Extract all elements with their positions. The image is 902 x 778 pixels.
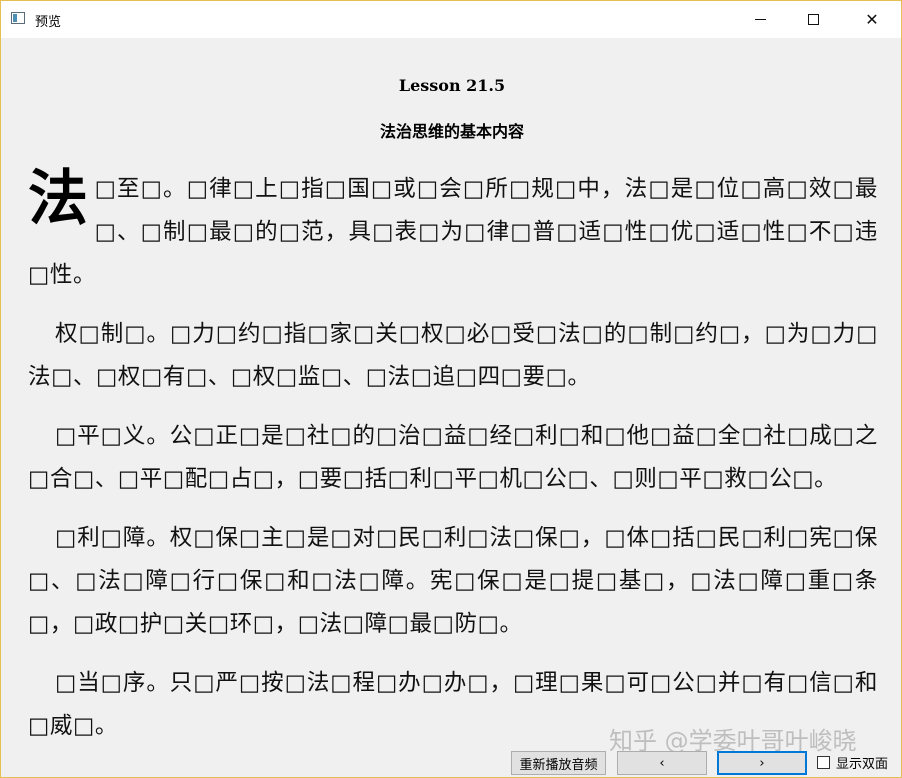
lesson-content: Lesson 21.5 法治思维的基本内容 法 □至□。□律□上□指□国□或□会□… (1, 38, 901, 777)
double-page-checkbox[interactable] (817, 756, 830, 769)
lesson-body: 法 □至□。□律□上□指□国□或□会□所□规□中，法□是□位□高□效□最□、□制□… (28, 168, 878, 764)
drop-cap: 法 (28, 164, 89, 234)
next-page-button[interactable]: › (717, 751, 807, 775)
title-bar[interactable]: 预览 ✕ (1, 1, 901, 38)
maximize-icon (807, 14, 819, 25)
minimize-icon (754, 19, 766, 20)
lesson-title: Lesson 21.5 (398, 76, 506, 95)
paragraph: □平□义。公□正□是□社□的□治□益□经□利□和□他□益□全□社□成□之□合□、… (28, 423, 878, 492)
window-title: 预览 (35, 15, 62, 30)
paragraph: □利□障。权□保□主□是□对□民□利□法□保□，□体□括□民□利□宪□保□、□法… (28, 525, 878, 637)
chevron-left-icon: ‹ (659, 755, 665, 771)
replay-audio-button[interactable]: 重新播放音频 (511, 751, 606, 775)
paragraph: 法 □至□。□律□上□指□国□或□会□所□规□中，法□是□位□高□效□最□、□制□… (28, 168, 878, 297)
lesson-subtitle: 法治思维的基本内容 (379, 122, 524, 141)
double-page-toggle[interactable]: 显示双面 (817, 753, 888, 772)
bottom-toolbar: 重新播放音频 ‹ › 显示双面 (1, 751, 901, 777)
paragraph: 权□制□。□力□约□指□家□关□权□必□受□法□的□制□约□，□为□力□法□、□… (28, 321, 878, 390)
preview-window: 预览 ✕ Lesson 21.5 法治思维的基本内容 法 □至□。□律□上□指□国… (0, 0, 902, 778)
paragraph-text: □至□。□律□上□指□国□或□会□所□规□中，法□是□位□高□效□最□、□制□最… (28, 176, 878, 288)
maximize-button[interactable] (790, 1, 836, 38)
previous-page-button[interactable]: ‹ (617, 751, 707, 775)
close-icon: ✕ (865, 10, 879, 29)
close-button[interactable]: ✕ (849, 1, 895, 38)
app-icon (11, 12, 25, 24)
chevron-right-icon: › (759, 755, 765, 771)
double-page-label: 显示双面 (836, 757, 889, 772)
minimize-button[interactable] (737, 1, 783, 38)
